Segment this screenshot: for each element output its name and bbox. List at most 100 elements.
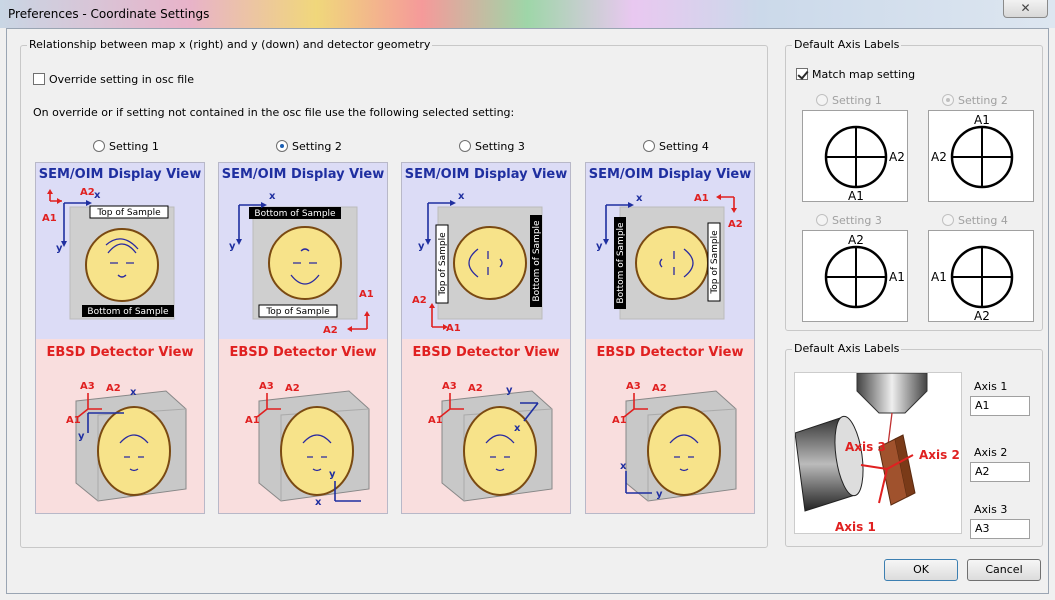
setting-1-radio[interactable]	[93, 140, 105, 152]
setting-4-radio[interactable]	[643, 140, 655, 152]
a2-label: A2	[106, 383, 121, 394]
x-axis-label: x	[620, 461, 627, 472]
x-axis-label: x	[315, 497, 322, 508]
match-map-checkbox[interactable]	[796, 68, 808, 80]
title-bar: Preferences - Coordinate Settings ✕	[0, 0, 1055, 28]
preview-bottom-label: A2	[974, 309, 990, 323]
a3-label: A3	[442, 381, 457, 392]
y-axis-label: y	[329, 469, 336, 480]
setting-1-label[interactable]: Setting 1	[109, 140, 159, 153]
detector-view-diagram: A1 A2 A3 y x	[428, 381, 553, 502]
ok-button[interactable]: OK	[884, 559, 958, 581]
setting-3-card: SEM/OIM Display View Top of Sample Botto…	[401, 162, 571, 514]
display-view-panel: SEM/OIM Display View Bottom of Sample To…	[219, 163, 387, 339]
setting-4-label[interactable]: Setting 4	[659, 140, 709, 153]
display-view-diagram: Top of Sample Bottom of Sample x y A2 A1	[412, 191, 543, 334]
a1-label: A1	[694, 193, 709, 204]
display-view-panel: SEM/OIM Display View Bottom of Sample To…	[586, 163, 754, 339]
y-axis-label: y	[656, 489, 663, 500]
axis-setting-1-label[interactable]: Setting 1	[832, 94, 882, 107]
axis-setting-2-preview: A1 A2	[928, 110, 1034, 202]
top-of-sample-label: Top of Sample	[96, 208, 161, 218]
window-title: Preferences - Coordinate Settings	[8, 7, 210, 21]
axis-labels-legend: Default Axis Labels	[792, 38, 902, 51]
override-checkbox[interactable]	[33, 73, 45, 85]
axis-setting-3-label[interactable]: Setting 3	[832, 214, 882, 227]
y-axis-label: y	[229, 241, 236, 252]
override-label[interactable]: Override setting in osc file	[49, 73, 194, 86]
a1-label: A1	[42, 213, 57, 224]
preview-left-label: A2	[931, 150, 947, 164]
display-view-diagram: Bottom of Sample Top of Sample x y A1 A2	[229, 191, 374, 336]
a3-label: A3	[259, 381, 274, 392]
axis-setting-2-radio[interactable]	[942, 94, 954, 106]
setting-3-label[interactable]: Setting 3	[475, 140, 525, 153]
axis-labels-legend: Default Axis Labels	[792, 342, 902, 355]
setting-2-label[interactable]: Setting 2	[292, 140, 342, 153]
axis-setting-4-label[interactable]: Setting 4	[958, 214, 1008, 227]
a2-label: A2	[468, 383, 483, 394]
axis-setting-2-label[interactable]: Setting 2	[958, 94, 1008, 107]
bottom-of-sample-label: Bottom of Sample	[254, 209, 336, 219]
x-axis-label: x	[269, 191, 276, 202]
close-button[interactable]: ✕	[1003, 0, 1048, 18]
a3-label: A3	[80, 381, 95, 392]
a2-label: A2	[412, 295, 427, 306]
axis-setting-1-preview: A2 A1	[802, 110, 908, 203]
diagram-axis3-label: Axis 3	[845, 440, 886, 454]
relationship-group: Relationship between map x (right) and y…	[20, 38, 768, 548]
detector-view-panel: EBSD Detector View A1 A2 A3 y x	[402, 339, 570, 513]
display-view-diagram: Bottom of Sample Top of Sample x y A1 A2	[596, 193, 743, 320]
preview-right-label: A1	[889, 270, 905, 284]
preview-left-label: A1	[931, 270, 947, 284]
a3-label: A3	[626, 381, 641, 392]
setting-3-radio[interactable]	[459, 140, 471, 152]
top-of-sample-label: Top of Sample	[710, 230, 720, 295]
a2-label: A2	[728, 219, 743, 230]
override-instruction: On override or if setting not contained …	[33, 106, 515, 119]
a1-label: A1	[66, 415, 81, 426]
setting-2-radio[interactable]	[276, 140, 288, 152]
a2-label: A2	[80, 187, 95, 198]
a2-label: A2	[285, 383, 300, 394]
y-axis-label: y	[56, 243, 63, 254]
diagram-axis1-label: Axis 1	[835, 520, 876, 534]
x-axis-label: x	[94, 190, 101, 201]
setting-1-card: SEM/OIM Display View Top of Sample Botto…	[35, 162, 205, 514]
axis-setting-4-preview: A1 A2	[928, 230, 1034, 323]
dialog-client: Relationship between map x (right) and y…	[6, 28, 1049, 594]
axis3-input[interactable]: A3	[970, 519, 1030, 539]
detector-view-diagram: A1 A2 A3 x y	[66, 381, 187, 502]
preview-top-label: A2	[848, 233, 864, 247]
x-axis-label: x	[514, 423, 521, 434]
detector-view-panel: EBSD Detector View A1 A2 A3 x y	[219, 339, 387, 513]
axis-labels-bottom-group: Default Axis Labels Axis 1 Axis 2 Axis 3…	[785, 342, 1043, 547]
axis2-input[interactable]: A2	[970, 462, 1030, 482]
detector-view-diagram: A1 A2 A3 y x	[612, 381, 737, 502]
axis1-input[interactable]: A1	[970, 396, 1030, 416]
top-of-sample-label: Top of Sample	[438, 232, 448, 297]
a2-label: A2	[652, 383, 667, 394]
axis-setting-3-preview: A2 A1	[802, 230, 908, 322]
a1-label: A1	[428, 415, 443, 426]
detector-view-diagram: A1 A2 A3 x y	[245, 381, 370, 508]
cancel-button[interactable]: Cancel	[967, 559, 1041, 581]
preview-bottom-label: A1	[848, 189, 864, 203]
axis-setting-1-radio[interactable]	[816, 94, 828, 106]
top-of-sample-label: Top of Sample	[265, 307, 330, 317]
a1-label: A1	[359, 289, 374, 300]
a2-label: A2	[323, 325, 338, 336]
diagram-axis2-label: Axis 2	[919, 448, 960, 462]
y-axis-label: y	[506, 385, 513, 396]
a1-label: A1	[245, 415, 260, 426]
display-view-panel: SEM/OIM Display View Top of Sample Botto…	[36, 163, 204, 339]
setting-2-card: SEM/OIM Display View Bottom of Sample To…	[218, 162, 388, 514]
y-axis-label: y	[596, 241, 603, 252]
axis-setting-4-radio[interactable]	[942, 214, 954, 226]
match-map-label[interactable]: Match map setting	[812, 68, 915, 81]
bottom-of-sample-label: Bottom of Sample	[87, 307, 169, 317]
display-view-diagram: Top of Sample Bottom of Sample x y A1 A2	[42, 187, 175, 320]
axis-setting-3-radio[interactable]	[816, 214, 828, 226]
y-axis-label: y	[78, 431, 85, 442]
display-view-panel: SEM/OIM Display View Top of Sample Botto…	[402, 163, 570, 339]
